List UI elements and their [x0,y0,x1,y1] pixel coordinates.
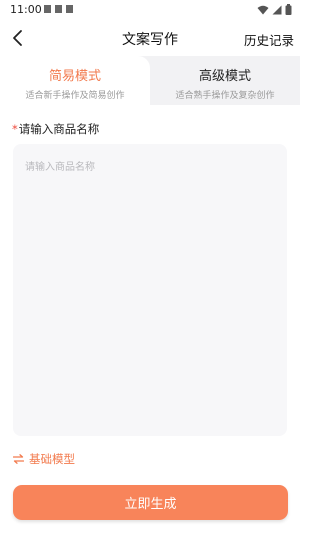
status-bar: 11:00 [0,0,300,20]
generate-button[interactable]: 立即生成 [13,485,288,520]
wifi-icon [257,5,269,14]
tab-subtitle: 适合熟手操作及复杂创作 [175,91,275,101]
tab-subtitle: 适合新手操作及简易创作 [25,91,125,101]
battery-icon [285,4,292,15]
tab-advanced-mode[interactable]: 高级模式 适合熟手操作及复杂创作 [150,56,300,105]
system-icons [257,4,292,15]
history-button[interactable]: 历史记录 [244,30,294,49]
product-name-label-text: 请输入商品名称 [18,122,100,136]
product-name-input[interactable] [13,144,287,436]
tab-label: 简易模式 [48,69,101,84]
required-mark: * [12,122,18,136]
notification-icons [44,5,73,13]
signal-icon [272,5,282,14]
mode-tabs: 简易模式 适合新手操作及简易创作 高级模式 适合熟手操作及复杂创作 [0,56,300,105]
status-time: 11:00 [10,3,42,16]
image-icon [55,5,62,13]
font-icon [66,5,73,13]
sim-icon [44,5,51,13]
model-selector[interactable]: 基础模型 [13,451,75,467]
tab-simple-mode[interactable]: 简易模式 适合新手操作及简易创作 [0,56,150,105]
top-bar: 文案写作 历史记录 [0,20,300,56]
tab-label: 高级模式 [198,69,251,84]
model-label: 基础模型 [29,452,75,466]
product-name-label: *请输入商品名称 [12,121,99,137]
swap-icon [13,454,24,464]
